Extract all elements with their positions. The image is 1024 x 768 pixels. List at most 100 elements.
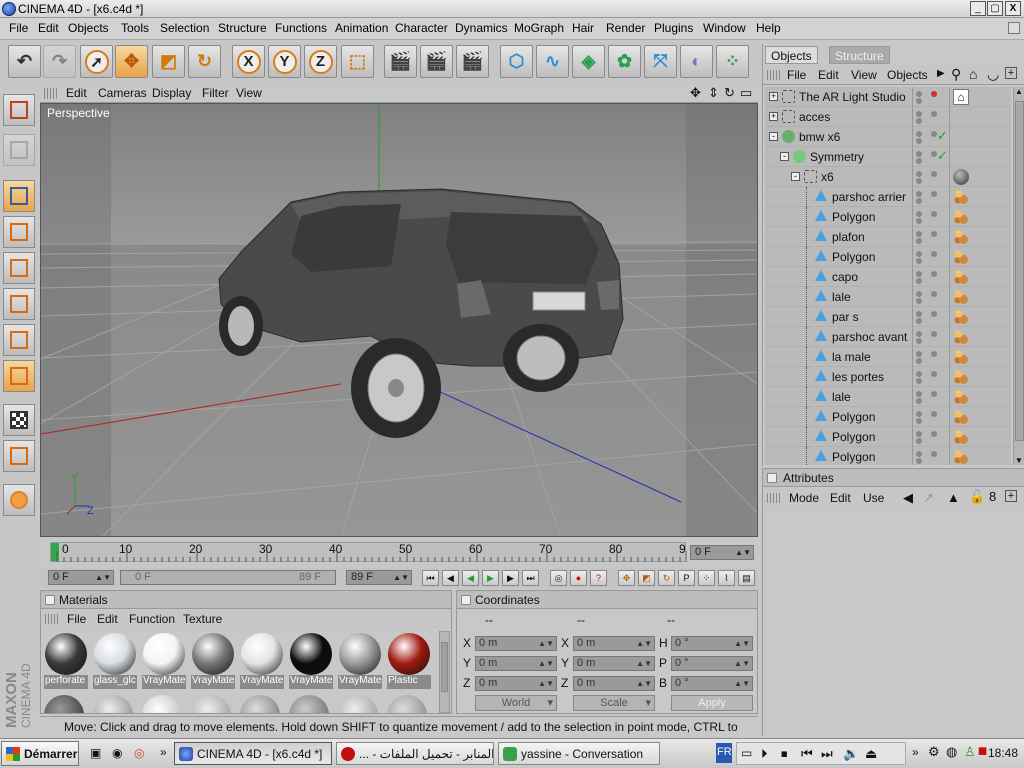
object-row[interactable]: - Symmetry ✓ [765,147,1011,167]
media-stop-icon[interactable]: ⏹ [781,746,788,762]
object-tree-scroll-thumb[interactable] [1015,101,1024,441]
editor-visibility-dot-icon[interactable] [916,271,922,277]
enable-dot-icon[interactable] [931,351,937,357]
render-visibility-dot-icon[interactable] [916,378,922,384]
render-visibility-dot-icon[interactable] [916,418,922,424]
enable-dot-icon[interactable] [931,231,937,237]
frame-range-slider[interactable]: 0 F 89 F [120,570,336,585]
perspective-viewport[interactable]: Y Z Perspective [40,103,758,537]
play-forwards-button[interactable]: ▶ [482,570,499,586]
key-rotation-button[interactable]: ↻ [658,570,675,586]
timeline-ruler[interactable]: 0 10 20 30 40 50 60 70 80 9 0 F ▲▼ [40,538,758,566]
render-visibility-dot-icon[interactable] [916,358,922,364]
menu-character[interactable]: Character [395,21,448,35]
collapse-icon[interactable]: - [780,152,789,161]
texture-tag-icon[interactable] [953,189,969,205]
texture-tag-icon[interactable] [953,209,969,225]
objects-menu-view[interactable]: View [851,68,877,82]
materials-scroll-thumb[interactable] [441,642,448,692]
menu-help[interactable]: Help [756,21,781,35]
render-visibility-dot-icon[interactable] [916,338,922,344]
object-row[interactable]: Polygon [765,407,1011,427]
render-visibility-dot-icon[interactable] [916,318,922,324]
size-z-field[interactable]: 0 m ▲▼ [573,676,655,691]
editor-visibility-dot-icon[interactable] [916,91,922,97]
object-row[interactable]: plafon [765,227,1011,247]
material-swatch[interactable]: VrayMate [338,631,382,689]
key-position-button[interactable]: ✥ [618,570,635,586]
use-texture-axis-button[interactable] [3,404,35,436]
use-sculpt-button[interactable] [3,484,35,516]
material-swatch[interactable]: VrayMate [191,631,235,689]
menu-more-arrow-icon[interactable]: ▶ [937,68,945,79]
texture-tag-icon[interactable] [953,349,969,365]
position-x-field[interactable]: 0 m ▲▼ [475,636,557,651]
media-play-icon[interactable]: ⏵ [761,746,768,762]
texture-tag-icon[interactable] [953,449,969,465]
viewport-rotate-icon[interactable]: ↻ [724,85,735,101]
menu-structure[interactable]: Structure [218,21,267,35]
position-z-field[interactable]: 0 m ▲▼ [475,676,557,691]
forward-arrow-icon[interactable]: ↗ [923,490,934,506]
use-texture-mode-button[interactable] [3,360,35,392]
material-swatch[interactable]: glass_glc [93,631,137,689]
grip-handle-icon[interactable] [44,88,58,99]
new-panel-icon[interactable]: + [1005,490,1017,502]
timeline-track[interactable]: 0 10 20 30 40 50 60 70 80 9 [50,542,687,562]
enable-dot-icon[interactable] [931,111,937,117]
quicklaunch-desktop-icon[interactable]: ▣ [90,746,101,760]
object-row[interactable]: - bmw x6 ✓ [765,127,1011,147]
compositing-tag-icon[interactable]: ⌂ [953,89,969,105]
language-indicator[interactable]: FR [716,743,732,763]
next-key-button[interactable]: ▶ [502,570,519,586]
key-point-level-button[interactable]: ⁘ [698,570,715,586]
viewport-menu-edit[interactable]: Edit [66,86,87,100]
editor-visibility-dot-icon[interactable] [916,431,922,437]
render-visibility-dot-icon[interactable] [916,138,922,144]
object-row[interactable]: par s [765,307,1011,327]
task-messenger[interactable]: yassine - Conversation [498,742,660,765]
coordinate-system-button[interactable]: ⬚ [341,45,374,78]
materials-menu-file[interactable]: File [67,612,86,626]
play-backwards-button[interactable]: ◀ [462,570,479,586]
use-polygon-mode-button[interactable] [3,324,35,356]
tray-settings-icon[interactable]: ⚙ [928,744,940,760]
enable-dot-icon[interactable] [931,311,937,317]
enable-dot-icon[interactable] [931,171,937,177]
layout-switch-icon[interactable] [1008,22,1020,34]
object-row[interactable]: + The AR Light Studio ⌂ [765,87,1011,107]
object-row[interactable]: parshoc arrier [765,187,1011,207]
editor-visibility-dot-icon[interactable] [916,291,922,297]
move-tool-button[interactable]: ✥ [115,45,148,78]
viewport-maximize-icon[interactable]: ▭ [740,85,752,101]
enable-dot-icon[interactable] [931,191,937,197]
enable-dot-icon[interactable] [931,271,937,277]
key-parameter-button[interactable]: P [678,570,695,586]
menu-selection[interactable]: Selection [160,21,209,35]
editor-visibility-dot-icon[interactable] [916,371,922,377]
materials-menu-edit[interactable]: Edit [97,612,118,626]
nurbs-button[interactable]: ◈ [572,45,605,78]
editor-visibility-dot-icon[interactable] [916,411,922,417]
start-frame-field[interactable]: 0 F ▲▼ [48,570,114,585]
objects-menu-file[interactable]: File [787,68,806,82]
menu-hair[interactable]: Hair [572,21,594,35]
texture-tag-icon[interactable] [953,409,969,425]
quicklaunch-chrome-icon[interactable]: ◎ [134,746,144,760]
attributes-menu-user[interactable]: User [863,491,885,505]
panel-checkbox[interactable] [461,595,471,605]
editor-visibility-dot-icon[interactable] [916,231,922,237]
expand-icon[interactable]: + [769,92,778,101]
render-visibility-dot-icon[interactable] [916,118,922,124]
editor-visibility-dot-icon[interactable] [916,171,922,177]
quicklaunch-more[interactable]: » [160,745,167,759]
size-y-field[interactable]: 0 m ▲▼ [573,656,655,671]
media-eject-icon[interactable]: ⏏ [865,746,877,762]
use-model-mode-button[interactable] [3,94,35,126]
current-frame-field[interactable]: 0 F ▲▼ [690,545,754,560]
y-axis-lock-button[interactable]: Y [268,45,301,78]
panel-checkbox[interactable] [767,473,777,483]
viewport-menu-view[interactable]: View [236,86,262,100]
render-visibility-dot-icon[interactable] [916,98,922,104]
car-model[interactable] [218,188,624,438]
